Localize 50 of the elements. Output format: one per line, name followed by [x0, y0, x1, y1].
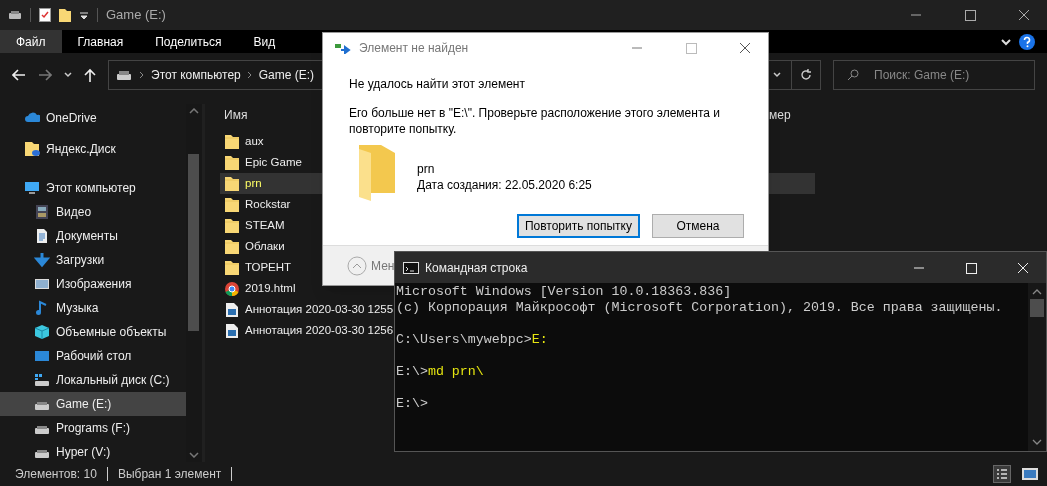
- search-field[interactable]: Поиск: Game (E:): [833, 59, 1035, 90]
- column-header[interactable]: мер: [765, 106, 791, 124]
- console-prompt: C:\Users\mywebpc>: [396, 332, 532, 348]
- console-prompt: E:\>: [396, 396, 428, 412]
- file-row[interactable]: Аннотация 2020-03-30 1255: [220, 299, 396, 320]
- dialog-button[interactable]: Отмена: [652, 214, 744, 238]
- breadcrumb-item[interactable]: Этот компьютер: [151, 65, 241, 84]
- ribbon-tab[interactable]: Файл: [0, 30, 62, 53]
- dialog-title: Элемент не найден: [359, 40, 469, 57]
- sidebar-item[interactable]: Загрузки: [0, 248, 186, 272]
- sidebar-item[interactable]: Изображения: [0, 272, 186, 296]
- console-output: (c) Корпорация Майкрософт (Microsoft Corporation), 2019. Все права защищены.: [396, 300, 1003, 316]
- sidebar-item[interactable]: Видео: [0, 200, 186, 224]
- file-row[interactable]: Epic Game: [220, 152, 304, 173]
- file-row[interactable]: aux: [220, 131, 266, 152]
- sidebar-item[interactable]: Hyper (V:): [0, 440, 186, 464]
- window-title: Game (E:): [106, 6, 166, 25]
- sidebar-item[interactable]: OneDrive: [0, 106, 186, 130]
- item-date: Дата создания: 22.05.2020 6:25: [417, 177, 592, 193]
- sidebar-item[interactable]: Музыка: [0, 296, 186, 320]
- console-output: Microsoft Windows [Version 10.0.18363.836]: [396, 284, 732, 300]
- ribbon-tab[interactable]: Главная: [61, 30, 140, 53]
- sidebar-item[interactable]: Рабочий стол: [0, 344, 186, 368]
- file-row[interactable]: STEAM: [220, 215, 287, 236]
- dialog-button[interactable]: Повторить попытку: [516, 214, 640, 238]
- window-title: Командная строка: [425, 259, 528, 277]
- file-row[interactable]: ТОРЕНТ: [220, 257, 294, 278]
- dialog-message: Его больше нет в "E:\". Проверьте расположение этого элемента и повторите попытку.: [349, 105, 721, 137]
- sidebar-item[interactable]: Game (E:): [0, 392, 186, 416]
- status-text: Элементов: 10: [15, 466, 97, 483]
- file-row[interactable]: Облаки: [220, 236, 287, 257]
- console-prompt: E:\>: [396, 364, 428, 380]
- details-toggle-label[interactable]: Мен: [371, 256, 395, 275]
- ribbon-tab[interactable]: Поделиться: [139, 30, 238, 53]
- file-row[interactable]: Аннотация 2020-03-30 1256: [220, 320, 396, 341]
- ribbon-tab[interactable]: Вид: [237, 30, 292, 53]
- file-row[interactable]: Rockstar: [220, 194, 293, 215]
- sidebar-item[interactable]: Локальный диск (C:): [0, 368, 186, 392]
- console-command: md prn\: [427, 364, 484, 380]
- console-command: E:: [531, 332, 548, 348]
- sidebar-item[interactable]: Объемные объекты: [0, 320, 186, 344]
- breadcrumb-item[interactable]: Game (E:): [258, 65, 315, 84]
- dialog-heading: Не удалось найти этот элемент: [349, 76, 526, 93]
- sidebar-item[interactable]: Документы: [0, 224, 186, 248]
- status-text: Выбран 1 элемент: [117, 466, 222, 483]
- sidebar-item[interactable]: Этот компьютер: [0, 176, 186, 200]
- file-row[interactable]: 2019.html: [220, 278, 298, 299]
- item-name: prn: [417, 161, 436, 177]
- sidebar-item[interactable]: Programs (F:): [0, 416, 186, 440]
- sidebar-item[interactable]: Яндекс.Диск: [0, 137, 186, 161]
